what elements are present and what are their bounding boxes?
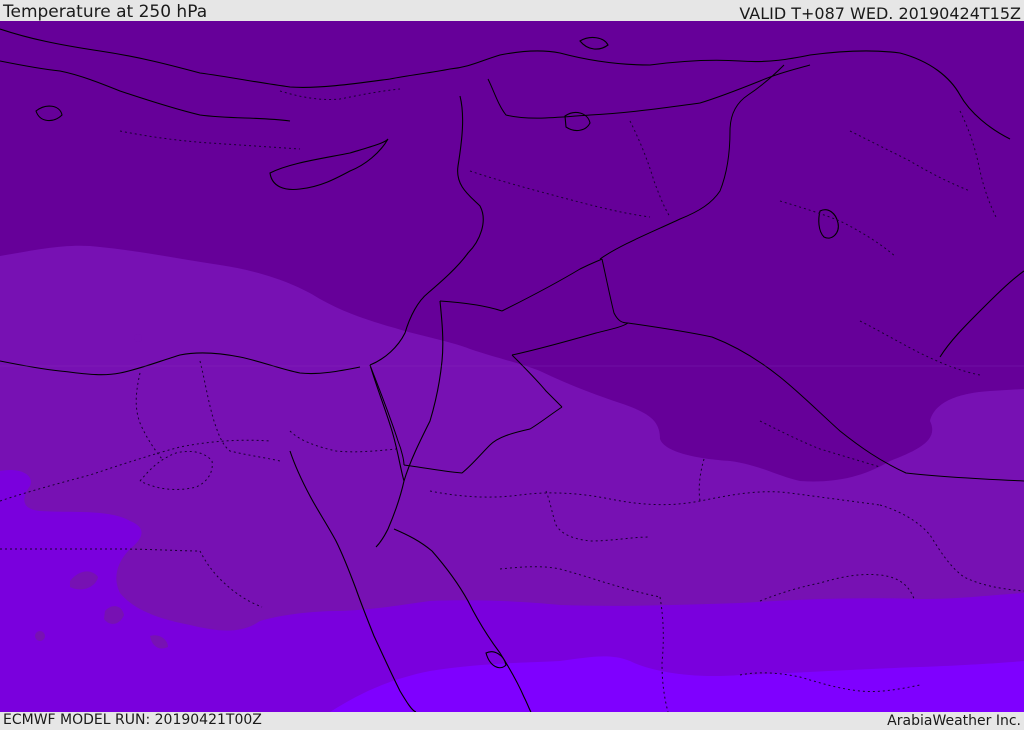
lake-shape: [134, 334, 142, 342]
map-footer: ECMWF MODEL RUN: 20190421T00Z ArabiaWeat…: [0, 712, 1024, 729]
map-title: Temperature at 250 hPa: [3, 2, 208, 22]
model-run: ECMWF MODEL RUN: 20190421T00Z: [3, 712, 262, 728]
map-header: Temperature at 250 hPa VALID T+087 WED. …: [0, 0, 1024, 23]
credit: ArabiaWeather Inc.: [887, 713, 1021, 729]
lake-shape: [35, 631, 45, 641]
temperature-map: [0, 21, 1024, 712]
